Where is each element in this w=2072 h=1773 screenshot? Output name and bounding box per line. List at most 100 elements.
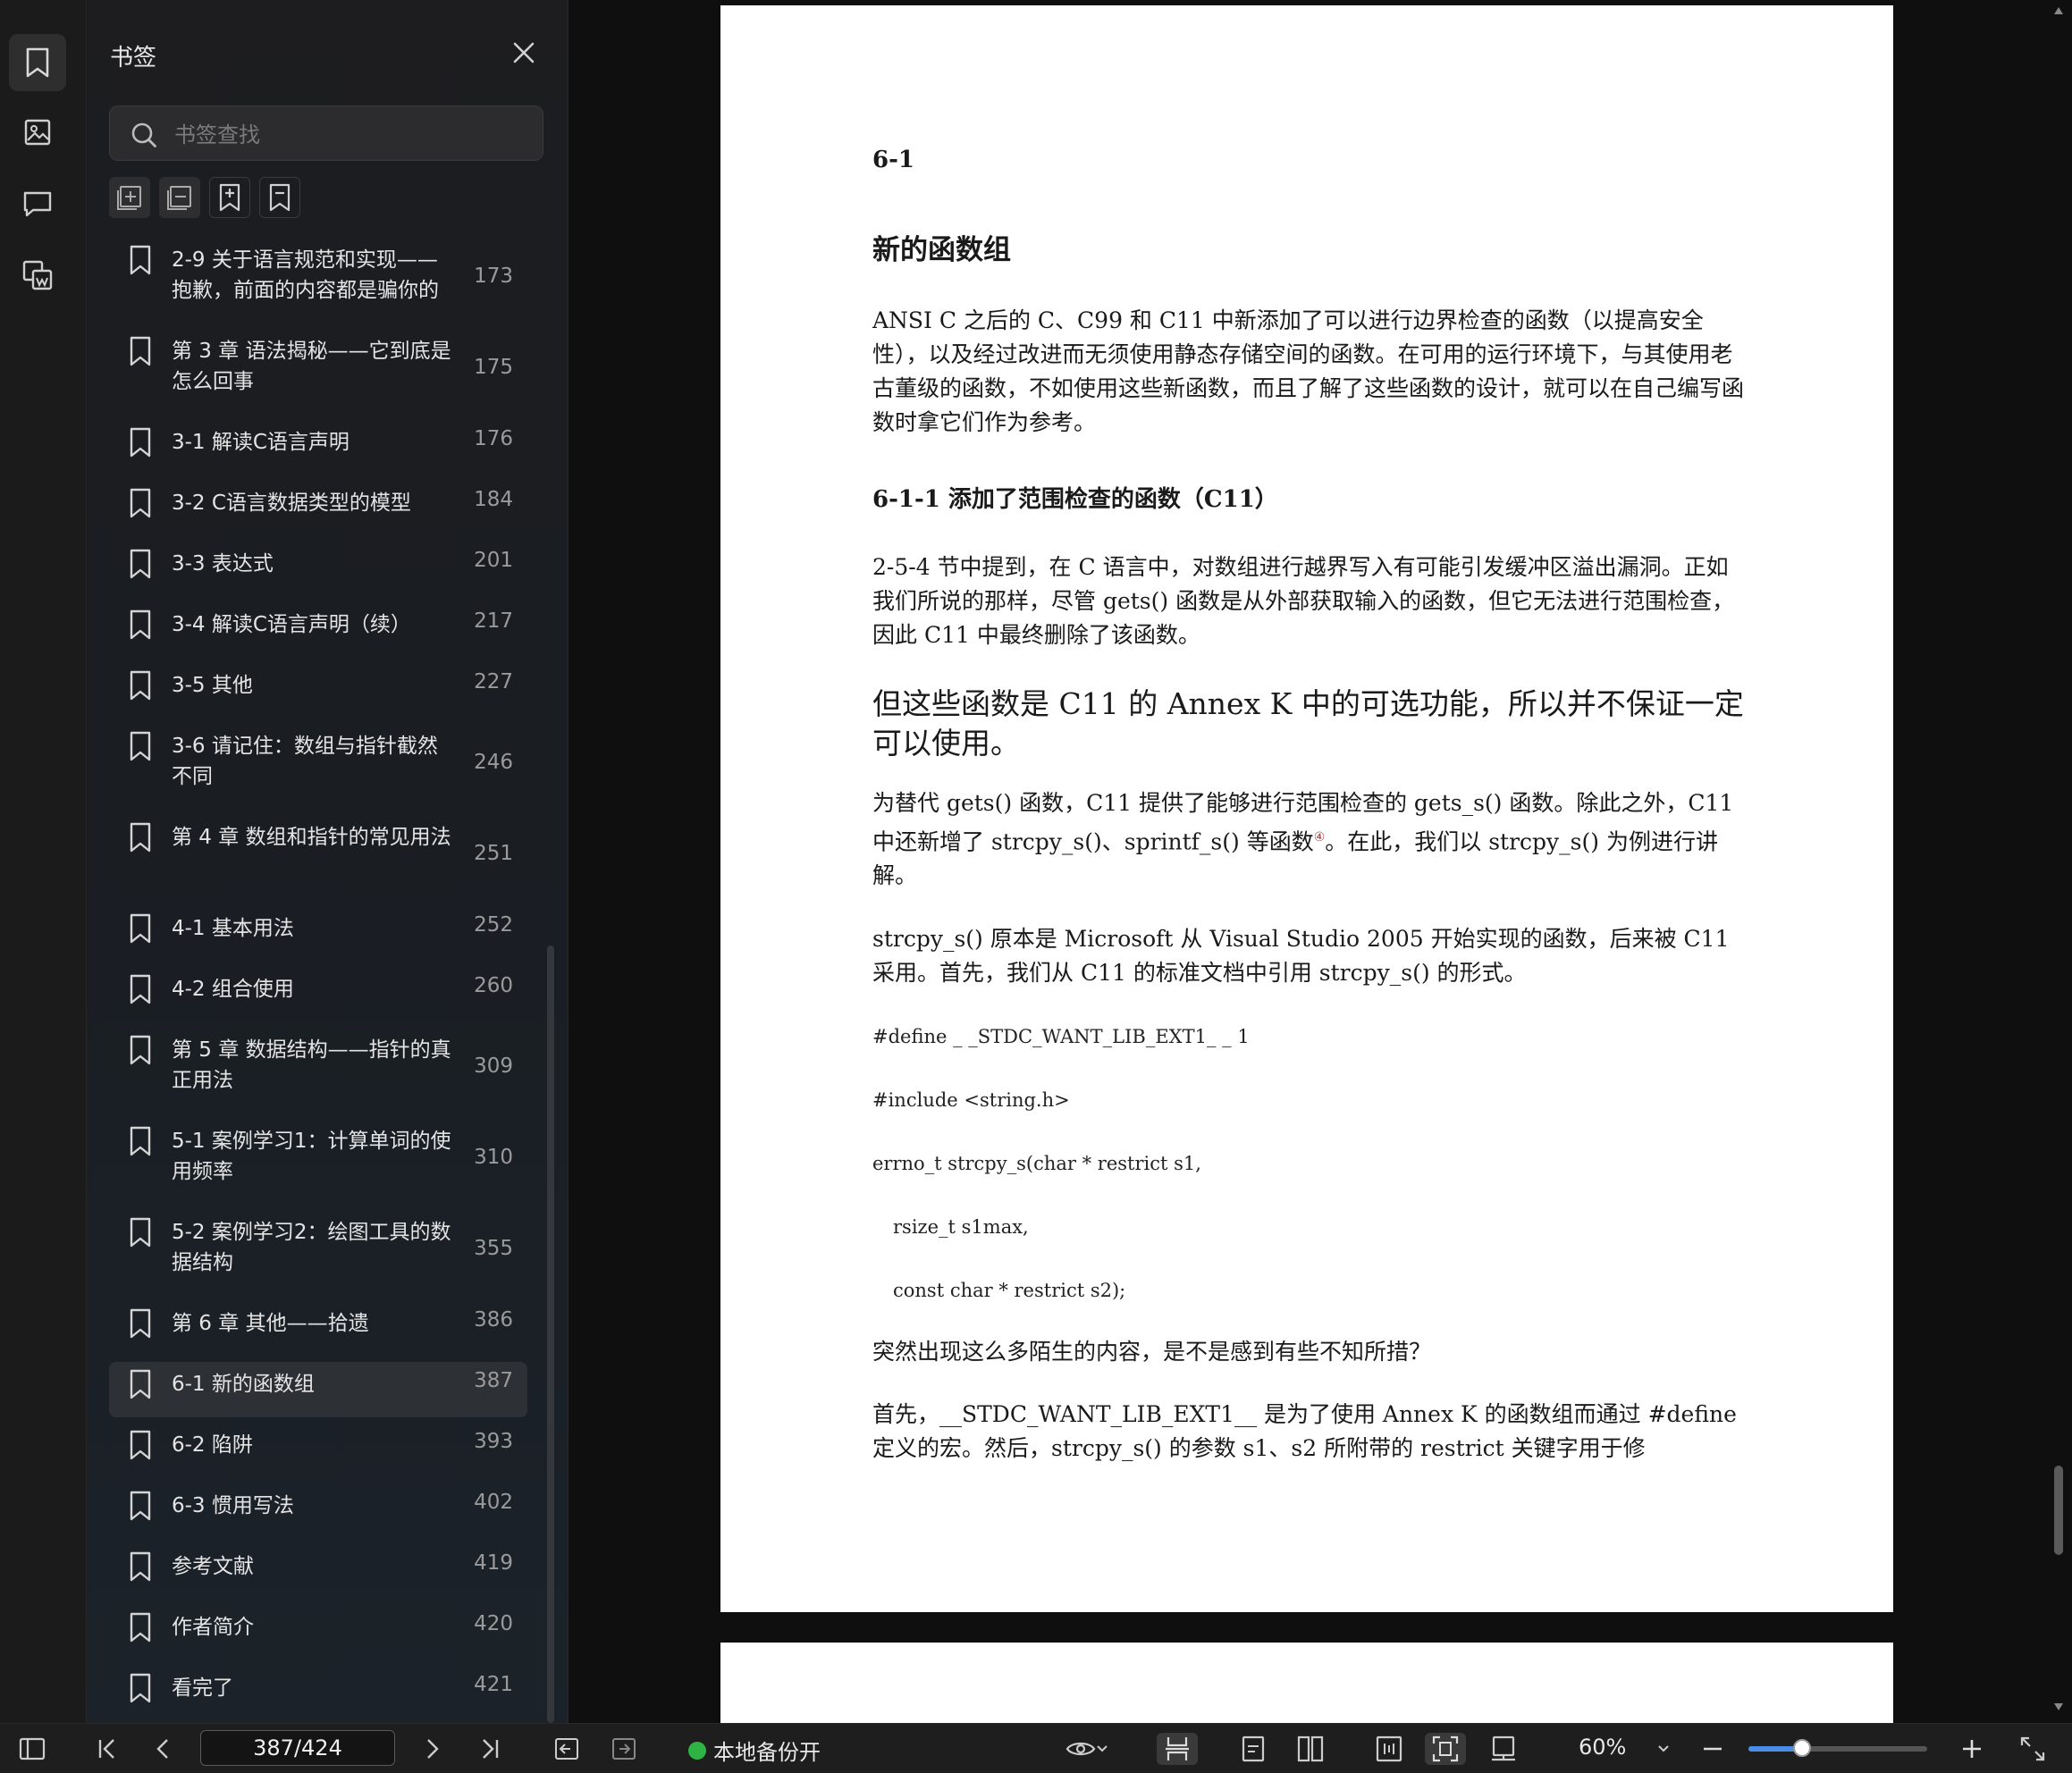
double-page-button[interactable] — [1293, 1733, 1328, 1765]
image-icon — [24, 119, 51, 146]
bookmark-icon — [130, 245, 151, 275]
bookmark-item[interactable]: 参考文献 419 — [109, 1544, 527, 1600]
bookmark-icon — [130, 1430, 151, 1460]
back-icon — [555, 1738, 578, 1760]
highlight-paragraph: 但这些函数是 C11 的 Annex K 中的可选功能，所以并不保证一定可以使用… — [872, 686, 1744, 760]
first-page-icon — [98, 1739, 114, 1759]
bookmark-label: 6-1 新的函数组 — [172, 1373, 315, 1396]
previous-page-button[interactable] — [147, 1733, 179, 1765]
collapse-all-icon — [167, 186, 191, 210]
bookmark-icon — [130, 731, 151, 761]
expand-all-button[interactable] — [109, 177, 150, 218]
bookmark-add-icon — [219, 183, 240, 212]
bookmark-item[interactable]: 4-1 基本用法 252 — [109, 906, 527, 962]
single-page-button[interactable] — [1235, 1733, 1271, 1765]
bookmark-item[interactable]: 3-6 请记住：数组与指针截然不同 246 — [109, 724, 527, 802]
eye-care-mode-button[interactable] — [1060, 1733, 1114, 1765]
bottom-toolbar: 387/424 本地备份开 60% — [0, 1723, 2072, 1773]
thumbnails-tab-button[interactable] — [9, 104, 66, 161]
fullscreen-button[interactable] — [2015, 1733, 2051, 1765]
bookmark-item[interactable]: 第 4 章 数组和指针的常见用法 251 — [109, 815, 527, 894]
add-bookmark-button[interactable] — [209, 177, 250, 218]
bookmark-page-number: 217 — [474, 609, 513, 633]
go-forward-button[interactable] — [608, 1733, 640, 1765]
scroll-up-arrow-icon[interactable] — [2054, 7, 2063, 14]
bookmark-item[interactable]: 作者简介 420 — [109, 1605, 527, 1660]
remove-bookmark-button[interactable] — [259, 177, 300, 218]
bookmark-item[interactable]: 3-5 其他 227 — [109, 663, 527, 718]
close-panel-button[interactable] — [509, 38, 539, 68]
fit-width-button[interactable] — [1371, 1733, 1407, 1765]
bookmark-item[interactable]: 6-1 新的函数组 387 — [109, 1362, 527, 1417]
section-heading: 新的函数组 — [872, 234, 1011, 266]
plus-icon — [1963, 1740, 1981, 1758]
bookmark-page-number: 421 — [474, 1673, 513, 1696]
bookmark-item[interactable]: 6-3 惯用写法 402 — [109, 1483, 527, 1539]
paragraph-6: 首先，__STDC_WANT_LIB_EXT1__ 是为了使用 Annex K … — [872, 1401, 1737, 1461]
presentation-button[interactable] — [1486, 1733, 1521, 1765]
bookmark-page-number: 173 — [474, 265, 513, 288]
zoom-slider-handle[interactable] — [1793, 1739, 1811, 1757]
document-scrollbar-thumb[interactable] — [2054, 1466, 2063, 1555]
comment-icon — [23, 191, 52, 217]
double-page-icon — [1297, 1735, 1324, 1762]
bookmark-item[interactable]: 6-2 陷阱 393 — [109, 1423, 527, 1478]
comments-tab-button[interactable] — [9, 175, 66, 232]
bookmark-search-box[interactable] — [109, 105, 543, 161]
zoom-out-button[interactable] — [1697, 1733, 1729, 1765]
backup-label: 本地备份开 — [713, 1740, 821, 1765]
single-page-icon — [1242, 1735, 1265, 1762]
bookmark-item[interactable]: 第 3 章 语法揭秘——它到底是怎么回事 175 — [109, 329, 527, 408]
bookmark-search-input[interactable] — [173, 117, 525, 153]
last-page-button[interactable] — [474, 1733, 506, 1765]
bookmarks-tab-button[interactable] — [9, 34, 66, 91]
bookmark-item[interactable]: 3-3 表达式 201 — [109, 542, 527, 597]
minus-icon — [1704, 1747, 1722, 1751]
bookmark-icon — [130, 427, 151, 458]
zoom-level[interactable]: 60% — [1579, 1735, 1626, 1760]
bookmark-item[interactable]: 第 5 章 数据结构——指针的真正用法 309 — [109, 1028, 527, 1106]
bookmark-icon — [26, 47, 49, 78]
zoom-in-button[interactable] — [1956, 1733, 1988, 1765]
local-backup-status[interactable]: 本地备份开 — [688, 1735, 821, 1766]
fit-page-icon — [1432, 1735, 1459, 1762]
footnote-marker[interactable]: ④ — [1314, 830, 1326, 844]
paragraph-3: 为替代 gets() 函数，C11 提供了能够进行范围检查的 gets_s() … — [872, 786, 1748, 893]
bookmark-item[interactable]: 4-2 组合使用 260 — [109, 967, 527, 1022]
bookmark-label: 第 6 章 其他——拾遗 — [172, 1312, 369, 1335]
bookmark-page-number: 355 — [474, 1237, 513, 1260]
fit-page-button[interactable] — [1425, 1733, 1466, 1765]
collapse-all-button[interactable] — [159, 177, 200, 218]
bookmark-item[interactable]: 3-1 解读C语言声明 176 — [109, 420, 527, 475]
bookmark-item[interactable]: 5-1 案例学习1：计算单词的使用频率 310 — [109, 1119, 527, 1197]
zoom-slider[interactable] — [1748, 1739, 1927, 1757]
continuous-scroll-button[interactable] — [1157, 1733, 1198, 1765]
bookmark-label: 3-5 其他 — [172, 674, 253, 697]
go-back-button[interactable] — [551, 1733, 583, 1765]
bookmark-item[interactable]: 3-4 解读C语言声明（续） 217 — [109, 602, 527, 658]
bookmark-item[interactable]: 第 6 章 其他——拾遗 386 — [109, 1301, 527, 1357]
bookmark-label: 6-2 陷阱 — [172, 1433, 253, 1457]
extract-tab-button[interactable] — [9, 247, 66, 304]
next-page-button[interactable] — [417, 1733, 449, 1765]
bookmark-item[interactable]: 3-2 C语言数据类型的模型 184 — [109, 481, 527, 536]
bookmark-page-number: 246 — [474, 751, 513, 774]
first-page-button[interactable] — [91, 1733, 123, 1765]
page-number-input[interactable]: 387/424 — [200, 1730, 395, 1766]
bookmark-label: 5-2 案例学习2：绘图工具的数据结构 — [172, 1221, 451, 1274]
bookmark-icon — [130, 822, 151, 853]
bookmark-icon — [130, 1217, 151, 1248]
sidebar-icon — [19, 1737, 46, 1760]
scroll-down-arrow-icon[interactable] — [2054, 1703, 2063, 1710]
eye-icon — [1065, 1742, 1096, 1756]
bookmark-item[interactable]: 5-2 案例学习2：绘图工具的数据结构 355 — [109, 1210, 527, 1289]
bookmark-item[interactable]: 2-9 关于语言规范和实现——抱歉，前面的内容都是骗你的 173 — [109, 238, 527, 316]
bookmark-list-scrollbar[interactable] — [547, 945, 554, 1723]
zoom-dropdown-button[interactable] — [1650, 1733, 1677, 1765]
toggle-sidebar-button[interactable] — [14, 1733, 50, 1765]
bookmark-page-number: 176 — [474, 427, 513, 450]
bookmark-icon — [130, 913, 151, 944]
bookmark-icon — [130, 1673, 151, 1703]
document-viewer[interactable]: 6-1 新的函数组 ANSI C 之后的 C、C99 和 C11 中新添加了可以… — [569, 0, 2072, 1723]
bookmark-item[interactable]: 看完了 421 — [109, 1666, 527, 1721]
